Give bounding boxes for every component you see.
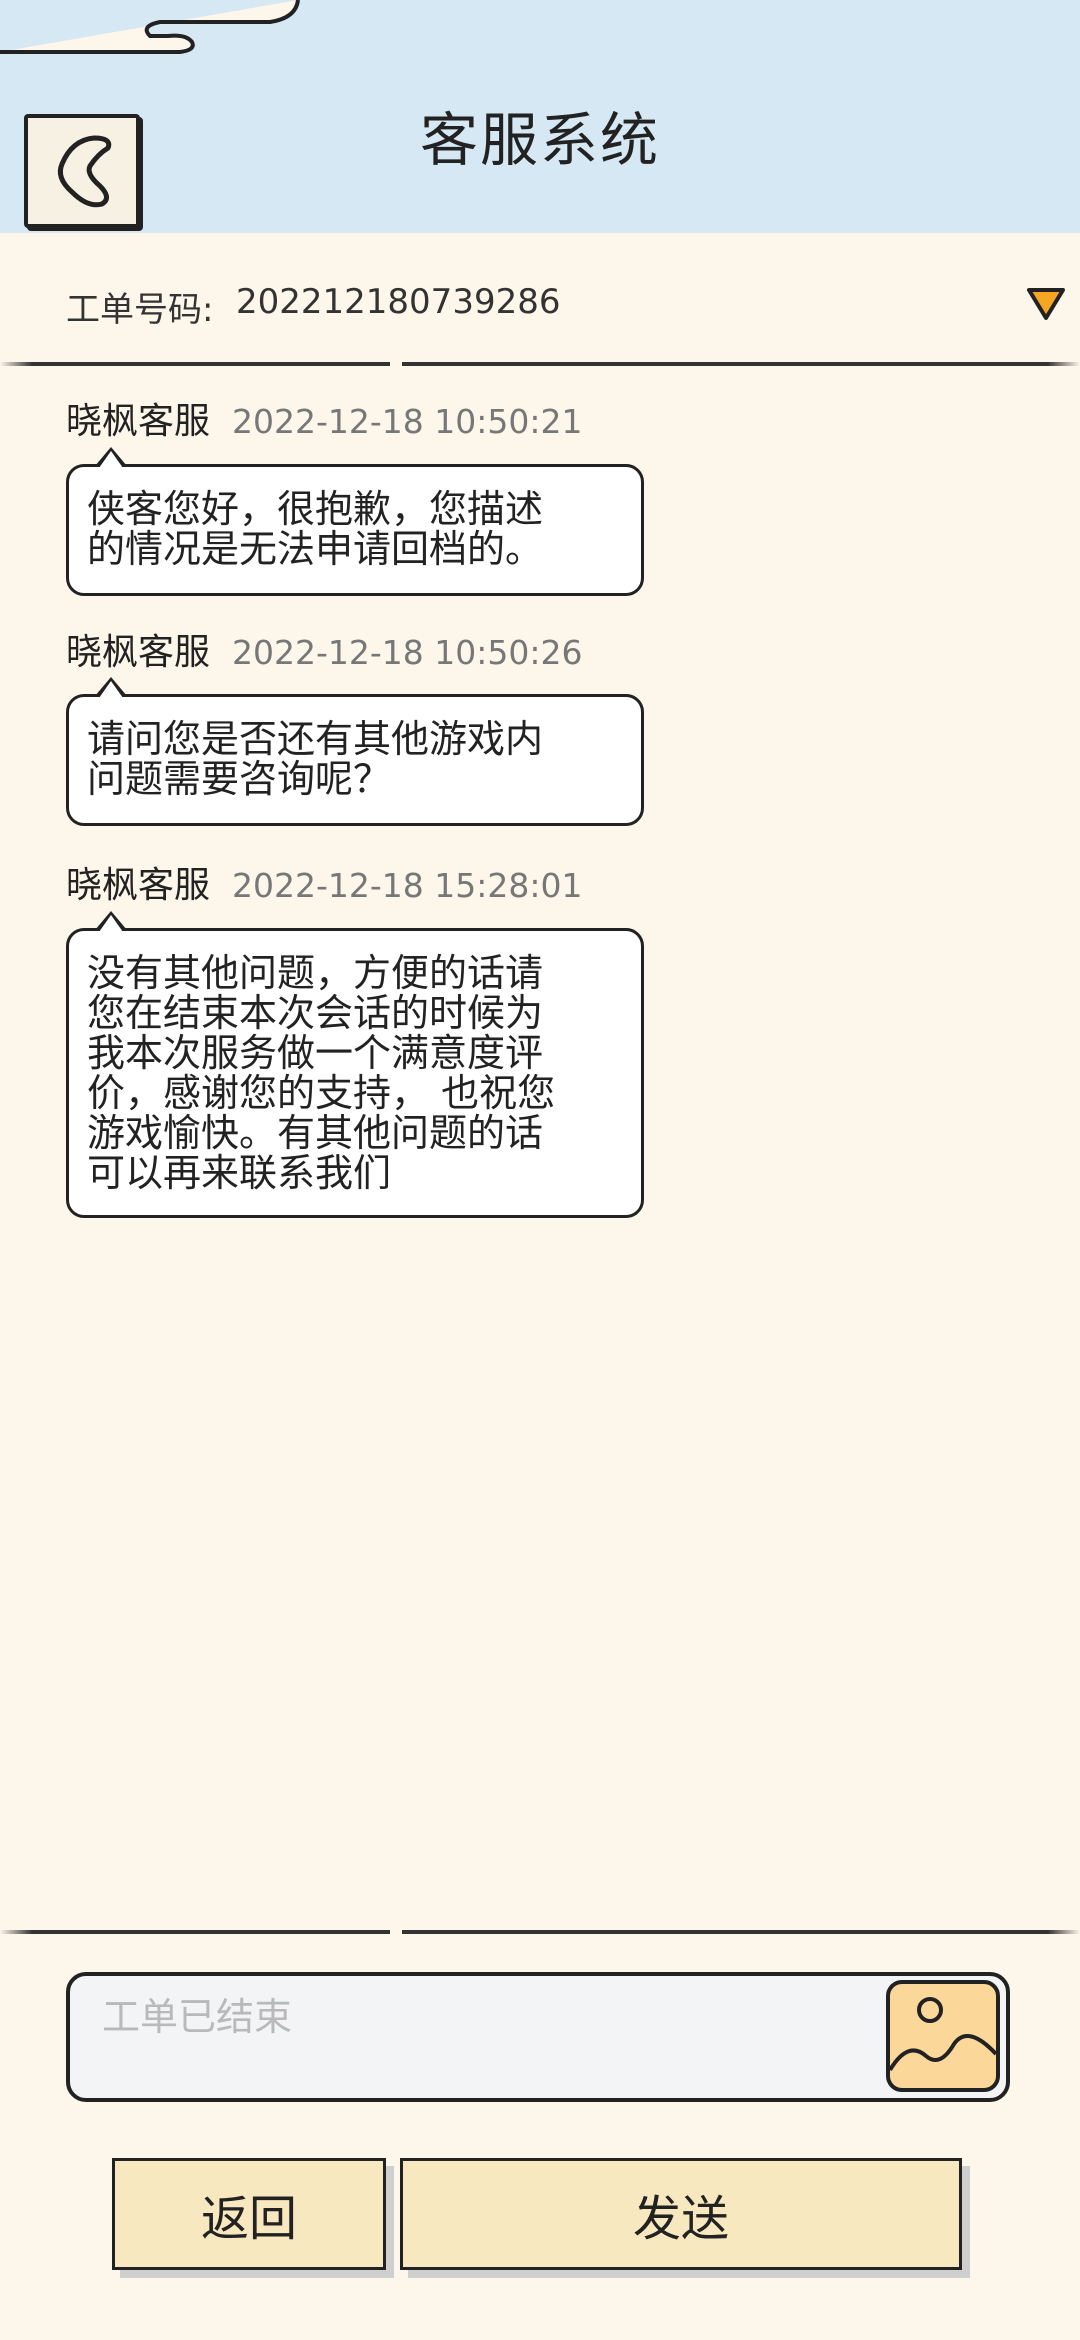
header-bar: 客服系统 — [0, 0, 1080, 233]
message-line: 价，感谢您的支持， 也祝您 — [87, 1071, 556, 1115]
message-line: 问题需要咨询呢？ — [87, 757, 392, 801]
message-line: 侠客您好，很抱歉，您描述 — [87, 487, 544, 531]
sender-name: 晓枫客服 — [66, 401, 211, 442]
message-line: 没有其他问题，方便的话请 — [87, 951, 544, 995]
message-time: 2022-12-18 10:50:21 — [232, 402, 583, 441]
message-time: 2022-12-18 10:50:26 — [232, 633, 583, 672]
message-input-box — [66, 1972, 1010, 2102]
message-line: 我本次服务做一个满意度评 — [87, 1031, 544, 1075]
message-line: 的情况是无法申请回档的。 — [87, 527, 544, 571]
bottom-divider — [0, 1929, 1080, 1935]
message-bubble: 侠客您好，很抱歉，您描述 的情况是无法申请回档的。 — [66, 447, 644, 596]
page-title: 客服系统 — [419, 106, 660, 174]
message-bubble: 请问您是否还有其他游戏内 问题需要咨询呢？ — [66, 677, 644, 826]
send-button-label: 发送 — [632, 2191, 729, 2247]
message-header: 晓枫客服 2022-12-18 15:28:01 — [66, 856, 583, 906]
message-line: 您在结束本次会话的时候为 — [87, 991, 544, 1035]
message-line: 请问您是否还有其他游戏内 — [87, 717, 544, 761]
message-line: 可以再来联系我们 — [87, 1151, 392, 1195]
sender-name: 晓枫客服 — [66, 632, 211, 673]
message-header: 晓枫客服 2022-12-18 10:50:26 — [66, 623, 583, 673]
image-icon[interactable] — [884, 1978, 1002, 2094]
ticket-number: 202212180739286 — [236, 282, 561, 322]
top-divider — [0, 361, 1080, 367]
triangle-down-icon[interactable] — [1026, 286, 1066, 322]
cloud-decoration-icon — [0, 0, 300, 54]
send-button[interactable]: 发送 — [400, 2158, 962, 2270]
sender-name: 晓枫客服 — [66, 865, 211, 906]
message-line: 游戏愉快。有其他问题的话 — [87, 1111, 544, 1155]
return-button-label: 返回 — [200, 2191, 297, 2247]
ticket-row: 工单号码: 202212180739286 — [0, 262, 1080, 342]
message-bubble: 没有其他问题，方便的话请 您在结束本次会话的时候为 我本次服务做一个满意度评 价… — [66, 911, 644, 1218]
return-button[interactable]: 返回 — [112, 2158, 386, 2270]
message-time: 2022-12-18 15:28:01 — [232, 866, 583, 905]
message-header: 晓枫客服 2022-12-18 10:50:21 — [66, 392, 583, 442]
ticket-label: 工单号码: — [66, 290, 214, 330]
message-input[interactable] — [100, 1986, 904, 2048]
